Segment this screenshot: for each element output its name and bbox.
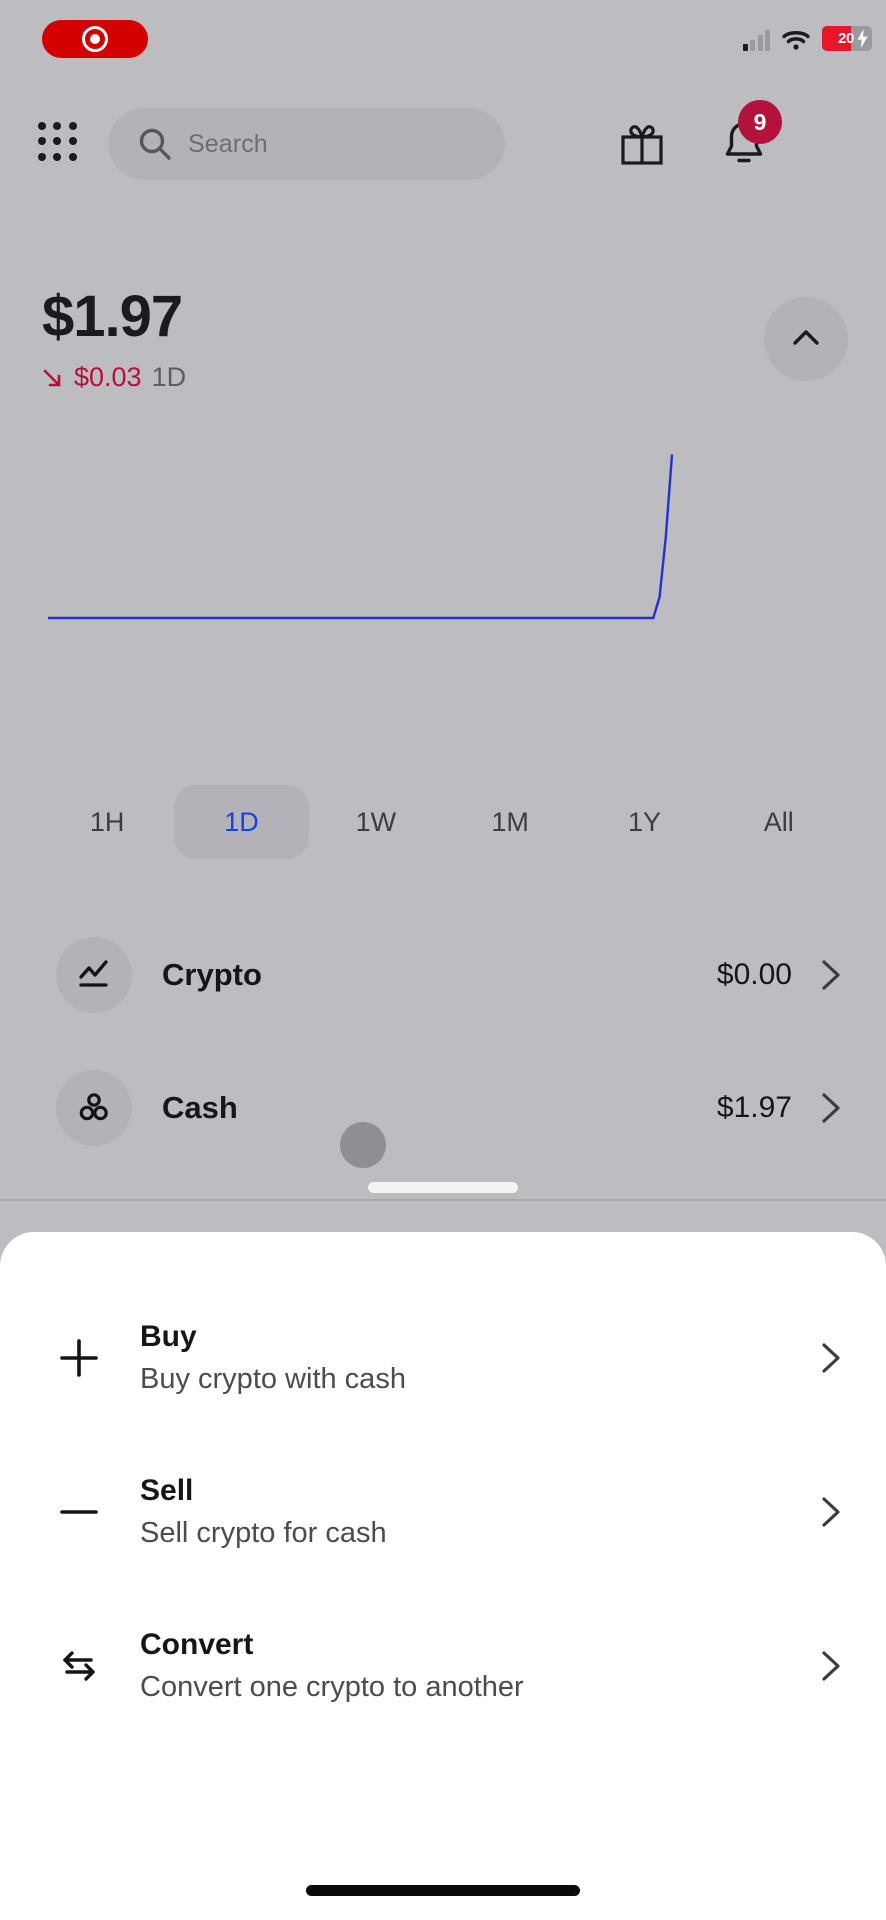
range-1m[interactable]: 1M xyxy=(443,785,577,859)
arrow-down-right-icon xyxy=(43,369,61,386)
sell-title: Sell xyxy=(140,1474,194,1507)
touch-indicator xyxy=(340,1122,386,1168)
line-chart-icon xyxy=(56,937,132,1013)
sheet-action-buy[interactable]: Buy Buy crypto with cash xyxy=(0,1318,886,1398)
convert-subtitle: Convert one crypto to another xyxy=(140,1670,524,1703)
asset-label-cash: Cash xyxy=(162,1090,238,1125)
battery-icon: 20 xyxy=(822,26,872,51)
coins-icon xyxy=(56,1070,132,1146)
action-sheet: Buy Buy crypto with cash Sell Sell crypt… xyxy=(0,1232,886,1920)
cellular-signal-icon xyxy=(742,29,770,51)
notification-badge: 9 xyxy=(738,100,782,144)
collapse-button[interactable] xyxy=(764,297,848,381)
gift-icon[interactable] xyxy=(620,122,664,166)
status-bar: 20 xyxy=(0,0,886,78)
portfolio-chart[interactable] xyxy=(0,450,886,670)
asset-value-crypto: $0.00 xyxy=(716,958,792,991)
search-icon xyxy=(139,128,171,160)
balance-block: $1.97 $0.03 1D xyxy=(42,288,186,393)
range-all[interactable]: All xyxy=(712,785,846,859)
range-1d[interactable]: 1D xyxy=(174,785,309,859)
range-1h[interactable]: 1H xyxy=(40,785,174,859)
plus-icon xyxy=(24,1334,134,1382)
chart-line xyxy=(48,454,674,620)
wifi-icon xyxy=(782,31,810,50)
time-range-selector[interactable]: 1H 1D 1W 1M 1Y All xyxy=(40,785,846,859)
chevron-up-icon xyxy=(793,330,819,345)
sheet-action-sell[interactable]: Sell Sell crypto for cash xyxy=(0,1472,886,1552)
recording-pill xyxy=(42,20,148,58)
app-header: Search 9 xyxy=(0,100,886,192)
range-1w[interactable]: 1W xyxy=(309,785,443,859)
chevron-right-icon xyxy=(822,1651,840,1681)
buy-title: Buy xyxy=(140,1320,197,1353)
swap-arrows-icon xyxy=(24,1642,134,1690)
change-amount: $0.03 xyxy=(74,362,142,392)
convert-title: Convert xyxy=(140,1628,254,1661)
sheet-divider xyxy=(0,1199,886,1201)
search-input[interactable]: Search xyxy=(108,108,505,180)
status-icons: 20 xyxy=(742,26,872,51)
phone-screen: 20 Search 9 $1.97 $0.03 1D 1H 1D 1W 1M 1… xyxy=(0,0,886,1920)
asset-row-crypto[interactable]: Crypto $0.00 xyxy=(0,925,886,1025)
charging-bolt-icon xyxy=(857,29,868,48)
balance-amount: $1.97 xyxy=(42,284,183,349)
asset-label-crypto: Crypto xyxy=(162,957,262,992)
sheet-action-convert[interactable]: Convert Convert one crypto to another xyxy=(0,1626,886,1706)
change-period: 1D xyxy=(151,362,187,392)
asset-row-cash[interactable]: Cash $1.97 xyxy=(0,1058,886,1158)
chevron-right-icon xyxy=(822,1497,840,1527)
record-icon xyxy=(82,26,108,52)
apps-grid-icon[interactable] xyxy=(34,118,82,166)
asset-value-cash: $1.97 xyxy=(716,1091,792,1124)
sell-subtitle: Sell crypto for cash xyxy=(140,1516,387,1549)
home-indicator[interactable] xyxy=(306,1885,580,1896)
chevron-right-icon xyxy=(822,960,840,990)
buy-subtitle: Buy crypto with cash xyxy=(140,1362,406,1395)
chevron-right-icon xyxy=(822,1093,840,1123)
range-1y[interactable]: 1Y xyxy=(577,785,711,859)
search-placeholder: Search xyxy=(188,129,268,158)
balance-change: $0.03 1D xyxy=(42,362,186,393)
notifications-button[interactable]: 9 xyxy=(718,100,782,170)
drag-handle[interactable] xyxy=(368,1182,518,1193)
chevron-right-icon xyxy=(822,1343,840,1373)
minus-icon xyxy=(24,1488,134,1536)
